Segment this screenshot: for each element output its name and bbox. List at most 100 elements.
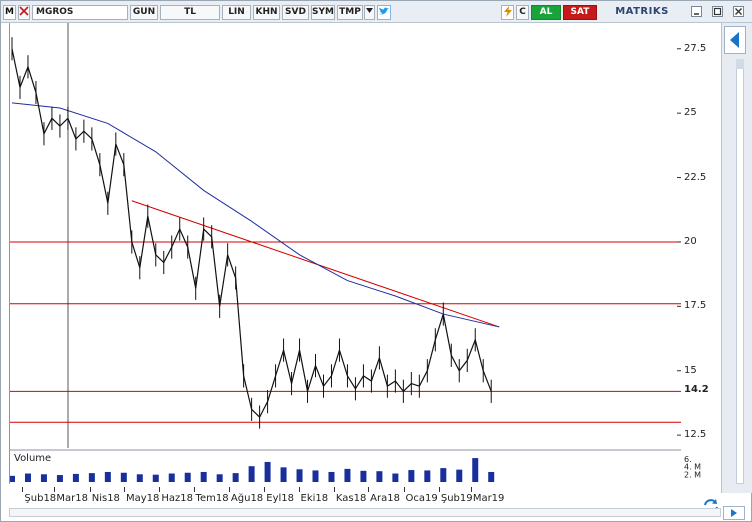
svd-button[interactable]: SVD (282, 5, 309, 20)
y-tick-label: 12.5 (684, 429, 707, 441)
volume-bar (40, 474, 47, 482)
volume-bar (152, 474, 159, 482)
period-button[interactable]: GUN (130, 5, 158, 20)
volume-bar (88, 473, 95, 482)
volume-bar (376, 471, 383, 482)
volume-bar (200, 471, 207, 482)
x-tick-mark (159, 487, 161, 492)
volume-bar (56, 475, 63, 482)
volume-bar (488, 471, 495, 482)
currency-button[interactable]: TL (160, 5, 220, 20)
volume-bar (456, 469, 463, 482)
x-tick-mark (89, 487, 91, 492)
x-tick-mark (333, 487, 335, 492)
x-tick-mark (403, 487, 405, 492)
template-button[interactable]: TMP (337, 5, 363, 20)
volume-bar (424, 470, 431, 482)
sym-button[interactable]: SYM (311, 5, 335, 20)
volume-bar (344, 468, 351, 482)
volume-bar (216, 474, 223, 482)
sell-button[interactable]: SAT (563, 5, 597, 20)
volume-bar (328, 471, 335, 482)
scroll-left-button[interactable] (724, 26, 746, 54)
tools-icon[interactable] (18, 5, 30, 20)
maximize-icon[interactable] (712, 6, 723, 17)
x-tick-mark (470, 487, 472, 492)
volume-bar (472, 458, 479, 482)
x-tick-mark (22, 487, 24, 492)
twitter-icon[interactable] (377, 5, 391, 20)
minimize-icon[interactable] (691, 6, 702, 17)
vertical-scrollbar[interactable] (736, 59, 744, 484)
x-tick-mark (123, 487, 125, 492)
volume-legend: Volume (14, 453, 51, 464)
y-tick-label: 17.5 (684, 300, 707, 312)
x-tick-mark (193, 487, 195, 492)
price-chart[interactable]: Volume 2. M 4. M 6. (9, 23, 701, 484)
matriks-logo-icon: M (3, 5, 16, 20)
x-tick-mark (368, 487, 370, 492)
volume-bar (120, 472, 127, 482)
moving-average-line (11, 102, 500, 328)
x-tick-label: Ağu18 (230, 493, 264, 504)
x-tick-label: Şub19 (440, 493, 473, 504)
x-tick-label: Eyl18 (266, 493, 295, 504)
x-tick-label: Mar18 (56, 493, 88, 504)
y-tick-label: 27.5 (684, 42, 707, 54)
volume-bar (408, 470, 415, 482)
volume-tick-label: 4. M (684, 463, 701, 472)
y-tick-label: 25 (684, 107, 697, 119)
last-value-label: 14.2 (684, 384, 709, 396)
x-tick-label: Haz18 (161, 493, 193, 504)
y-tick-label: 15 (684, 364, 697, 376)
volume-bar (72, 473, 79, 482)
x-tick-mark (438, 487, 440, 492)
brand-label: MATRIKS (615, 6, 669, 17)
volume-bar (136, 474, 143, 482)
x-tick-label: Mar19 (472, 493, 505, 504)
alarm-icon[interactable] (501, 5, 514, 20)
x-tick-mark (228, 487, 230, 492)
volume-bar (184, 472, 191, 482)
khn-button[interactable]: KHN (253, 5, 280, 20)
volume-tick-label: 2. M (684, 470, 701, 479)
date-axis: Şub18 Mar18 Nis18 May18 Haz18 Tem18 Ağu18 Eyl18… (9, 487, 709, 507)
x-tick-mark (298, 487, 300, 492)
volume-bar (168, 473, 175, 482)
toolbar: M MGROS GUN TL LIN KHN SVD SYM TMP C AL … (1, 1, 752, 23)
volume-bar (312, 470, 319, 482)
scale-button[interactable]: LIN (222, 5, 251, 20)
y-tick-label: 20 (684, 235, 697, 247)
x-tick-label: Oca19 (405, 493, 438, 504)
volume-bar (280, 467, 287, 482)
template-dropdown-icon[interactable] (364, 5, 375, 20)
x-tick-label: Şub18 (24, 493, 57, 504)
x-tick-label: Ara18 (370, 493, 400, 504)
y-tick-label: 22.5 (684, 171, 707, 183)
price-chart-svg: Volume 2. M4. M6. (10, 23, 701, 482)
volume-bar (392, 473, 399, 482)
symbol-input[interactable]: MGROS (32, 5, 128, 20)
volume-tick-label: 6. (684, 455, 692, 464)
price-line (11, 48, 492, 419)
x-tick-label: Nis18 (91, 493, 120, 504)
volume-bar (104, 471, 111, 482)
volume-bar (296, 469, 303, 482)
refresh-button[interactable]: C (516, 5, 529, 20)
x-tick-label: Kas18 (335, 493, 367, 504)
x-tick-label: Eki18 (300, 493, 329, 504)
x-tick-label: Tem18 (195, 493, 229, 504)
volume-bar (360, 470, 367, 482)
scrollbar-thumb[interactable] (736, 59, 744, 69)
volume-bar (10, 475, 15, 482)
x-tick-label: May18 (125, 493, 160, 504)
volume-bar (24, 473, 31, 482)
close-icon[interactable] (733, 6, 744, 17)
volume-bar (264, 461, 271, 482)
volume-bar (248, 466, 255, 482)
volume-bar (440, 468, 447, 482)
scroll-right-button[interactable] (723, 506, 745, 520)
buy-button[interactable]: AL (531, 5, 561, 20)
chart-window: M MGROS GUN TL LIN KHN SVD SYM TMP C AL … (0, 0, 752, 522)
horizontal-scrollbar[interactable] (9, 508, 721, 517)
